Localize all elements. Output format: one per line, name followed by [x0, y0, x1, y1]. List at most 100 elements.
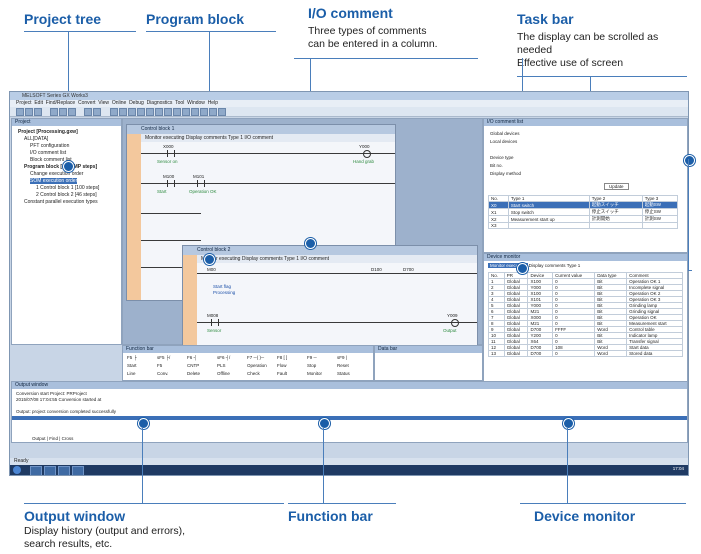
device-monitor-toolbar: Monitor executing Display comments Type …	[488, 263, 580, 268]
status-bar: Ready	[10, 458, 688, 465]
window-title: MELSOFT Series GX Works3	[10, 92, 688, 100]
new-icon[interactable]	[16, 108, 24, 116]
function-key[interactable]: sF6 ┤/	[217, 355, 230, 360]
function-key[interactable]: Monitor	[307, 371, 322, 376]
tree-item[interactable]: Change execution order	[30, 171, 83, 177]
table-row[interactable]: X2 Measurement start up 計測開始 計測SW	[488, 215, 679, 223]
type-select[interactable]: Type 1	[567, 263, 581, 268]
verify-icon[interactable]	[146, 108, 154, 116]
ladder-icon[interactable]	[155, 108, 163, 116]
io-field-label: Device type	[490, 155, 514, 160]
function-key[interactable]: Flow	[277, 363, 287, 368]
comment-label: Output	[443, 328, 457, 333]
function-key[interactable]: Check	[247, 371, 260, 376]
monitor-icon[interactable]	[119, 108, 127, 116]
io-field-label: Bit no.	[490, 163, 503, 168]
read-icon[interactable]	[137, 108, 145, 116]
comment-label: Start flag	[213, 284, 232, 289]
menu-item[interactable]: Project	[16, 100, 32, 106]
callout-task-bar-desc-line: needed	[517, 44, 553, 56]
find-icon[interactable]	[209, 108, 217, 116]
copy-icon[interactable]	[59, 108, 67, 116]
io-field-label[interactable]: Local devices	[490, 139, 517, 144]
function-key[interactable]: Status	[337, 371, 350, 376]
tree-item[interactable]: 1 Control block 1 [100 steps]	[36, 185, 99, 191]
function-key[interactable]: CNTP	[187, 363, 199, 368]
function-key[interactable]: Fault	[277, 371, 287, 376]
taskbar-app-icon[interactable]	[30, 466, 42, 475]
tab-cross[interactable]: Cross	[62, 436, 74, 441]
taskbar-app-icon[interactable]	[72, 466, 84, 475]
menu-item[interactable]: Help	[208, 100, 218, 106]
start-button-icon[interactable]	[13, 466, 21, 474]
tab-output[interactable]: Output	[32, 436, 46, 441]
menu-item[interactable]: Window	[187, 100, 205, 106]
io-field-label[interactable]: Global devices	[490, 131, 520, 136]
table-cell	[588, 222, 643, 229]
tree-item[interactable]: 2 Control block 2 [46 steps]	[36, 192, 97, 198]
table-cell: Start switch	[507, 201, 590, 209]
marker-task-bar	[684, 155, 695, 166]
function-key[interactable]: Line	[127, 371, 136, 376]
output-line: 2015/07/08 17:04:55 Conversion started a…	[16, 397, 102, 402]
tree-item[interactable]: PFT configuration	[30, 143, 69, 149]
table-row[interactable]: 13 Global D700 0 Word Stored data	[488, 350, 683, 357]
menu-item[interactable]: View	[98, 100, 109, 106]
redo-icon[interactable]	[93, 108, 101, 116]
callout-task-bar-title: Task bar	[517, 11, 574, 27]
tab-find[interactable]: Find	[49, 436, 58, 441]
st-icon[interactable]	[173, 108, 181, 116]
zoom-icon[interactable]	[218, 108, 226, 116]
cut-icon[interactable]	[50, 108, 58, 116]
function-key[interactable]: Delete	[187, 371, 200, 376]
table-row[interactable]: X1 Stop switch 停止スイッチ 停止SW	[488, 208, 679, 216]
function-key[interactable]: Stop	[307, 363, 316, 368]
tree-item[interactable]: Program block [PA-SMP steps]	[24, 164, 97, 170]
function-key[interactable]: F7 ─( )─	[247, 355, 264, 360]
open-icon[interactable]	[25, 108, 33, 116]
table-row[interactable]: X0 Start switch 起動スイッチ 起動SW	[488, 201, 679, 209]
function-key[interactable]: PLS	[217, 363, 226, 368]
rung-line	[141, 213, 201, 214]
menu-item[interactable]: Debug	[129, 100, 144, 106]
display-comments-button[interactable]: Display comments	[529, 263, 566, 268]
taskbar-app-icon[interactable]	[58, 466, 70, 475]
undo-icon[interactable]	[84, 108, 92, 116]
write-icon[interactable]	[128, 108, 136, 116]
menu-item[interactable]: Edit	[34, 100, 43, 106]
tree-item-selected[interactable]: SOM execution order	[30, 178, 78, 184]
function-key[interactable]: Conv.	[157, 371, 168, 376]
tree-item[interactable]: I/O comment list	[30, 150, 66, 156]
menu-bar: Project Edit Find/Replace Convert View O…	[10, 100, 688, 107]
function-key[interactable]: F8 [ ]	[277, 355, 287, 360]
function-key[interactable]: Start	[127, 363, 137, 368]
function-key[interactable]: sF5 ├/	[157, 355, 170, 360]
function-key[interactable]: Reset	[337, 363, 349, 368]
tree-item[interactable]: Constant parallel execution types	[24, 199, 98, 205]
function-key[interactable]: Offline	[217, 371, 230, 376]
taskbar-app-icon[interactable]	[44, 466, 56, 475]
contact-symbol	[167, 150, 175, 157]
save-icon[interactable]	[34, 108, 42, 116]
label-icon[interactable]	[191, 108, 199, 116]
menu-item[interactable]: Online	[112, 100, 126, 106]
function-key[interactable]: F6 ┤	[187, 355, 197, 360]
menu-item[interactable]: Find/Replace	[46, 100, 75, 106]
paste-icon[interactable]	[68, 108, 76, 116]
tree-item[interactable]: Project [Processing.gxw]	[18, 129, 78, 135]
sfc-icon[interactable]	[164, 108, 172, 116]
device-icon[interactable]	[200, 108, 208, 116]
menu-item[interactable]: Diagnostics	[147, 100, 173, 106]
function-key[interactable]: sF9 |	[337, 355, 347, 360]
function-key[interactable]: F9 ─	[307, 355, 317, 360]
function-key[interactable]: F5 ├	[127, 355, 137, 360]
menu-item[interactable]: Tool	[175, 100, 184, 106]
convert-icon[interactable]	[110, 108, 118, 116]
table-row[interactable]: X3	[488, 222, 679, 229]
tree-item[interactable]: ALL[DATA]	[24, 136, 48, 142]
fbd-icon[interactable]	[182, 108, 190, 116]
update-button[interactable]: Update	[604, 183, 629, 190]
function-key[interactable]: Operation	[247, 363, 267, 368]
function-key[interactable]: F5	[157, 363, 162, 368]
menu-item[interactable]: Convert	[78, 100, 96, 106]
